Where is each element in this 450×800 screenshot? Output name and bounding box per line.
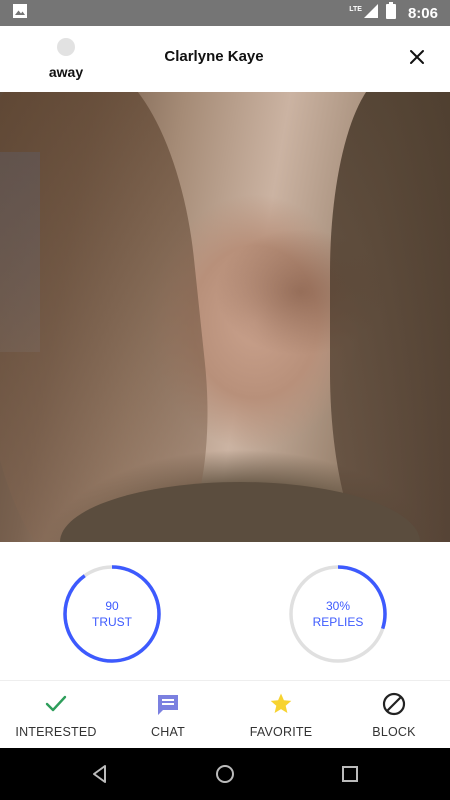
presence-indicator: away: [40, 36, 92, 82]
interested-button[interactable]: INTERESTED: [0, 681, 112, 749]
profile-name: Clarlyne Kaye: [164, 48, 264, 65]
status-time: 8:06: [407, 4, 438, 22]
presence-status: away: [48, 64, 84, 80]
network-type: LTE: [349, 5, 362, 13]
block-icon: [382, 691, 406, 717]
chat-button[interactable]: CHAT: [112, 681, 224, 749]
back-icon: [88, 765, 112, 790]
replies-gauge: 30% REPLIES: [288, 564, 388, 664]
replies-label: REPLIES: [312, 615, 364, 629]
favorite-button[interactable]: FAVORITE: [225, 681, 337, 749]
block-label: BLOCK: [372, 725, 416, 739]
star-icon: [269, 691, 293, 717]
chat-icon: [156, 691, 180, 717]
interested-label: INTERESTED: [15, 725, 97, 739]
close-button[interactable]: [404, 46, 430, 72]
status-left: [12, 3, 28, 24]
chat-label: CHAT: [151, 725, 185, 739]
lte-signal-icon: [363, 3, 378, 23]
home-button[interactable]: [213, 762, 237, 786]
recents-button[interactable]: [338, 762, 362, 786]
navigation-bar: [0, 748, 450, 800]
profile-stats: 90 TRUST 30% REPLIES: [0, 542, 450, 680]
favorite-label: FAVORITE: [249, 725, 313, 739]
trust-value: 90: [105, 599, 119, 613]
status-right: LTE 8:06: [349, 2, 438, 24]
trust-label: TRUST: [92, 615, 132, 629]
profile-header: away Clarlyne Kaye: [0, 26, 450, 92]
replies-gauge-text: 30% REPLIES: [288, 564, 388, 664]
photo-shading: [0, 92, 227, 542]
back-button[interactable]: [88, 762, 112, 786]
status-bar: LTE 8:06: [0, 0, 450, 26]
replies-value: 30%: [325, 599, 351, 613]
profile-photo[interactable]: [0, 92, 450, 542]
block-button[interactable]: BLOCK: [338, 681, 450, 749]
image-icon: [12, 3, 28, 24]
close-icon: [409, 49, 425, 70]
home-icon: [213, 765, 237, 790]
action-bar: INTERESTED CHAT FAVORITE BLOCK: [0, 680, 450, 748]
trust-gauge-text: 90 TRUST: [62, 564, 162, 664]
photo-shading-right: [330, 92, 450, 542]
recents-icon: [338, 766, 362, 790]
battery-icon: [385, 2, 396, 24]
check-icon: [44, 691, 68, 717]
presence-dot: [57, 38, 75, 56]
trust-gauge: 90 TRUST: [62, 564, 162, 664]
